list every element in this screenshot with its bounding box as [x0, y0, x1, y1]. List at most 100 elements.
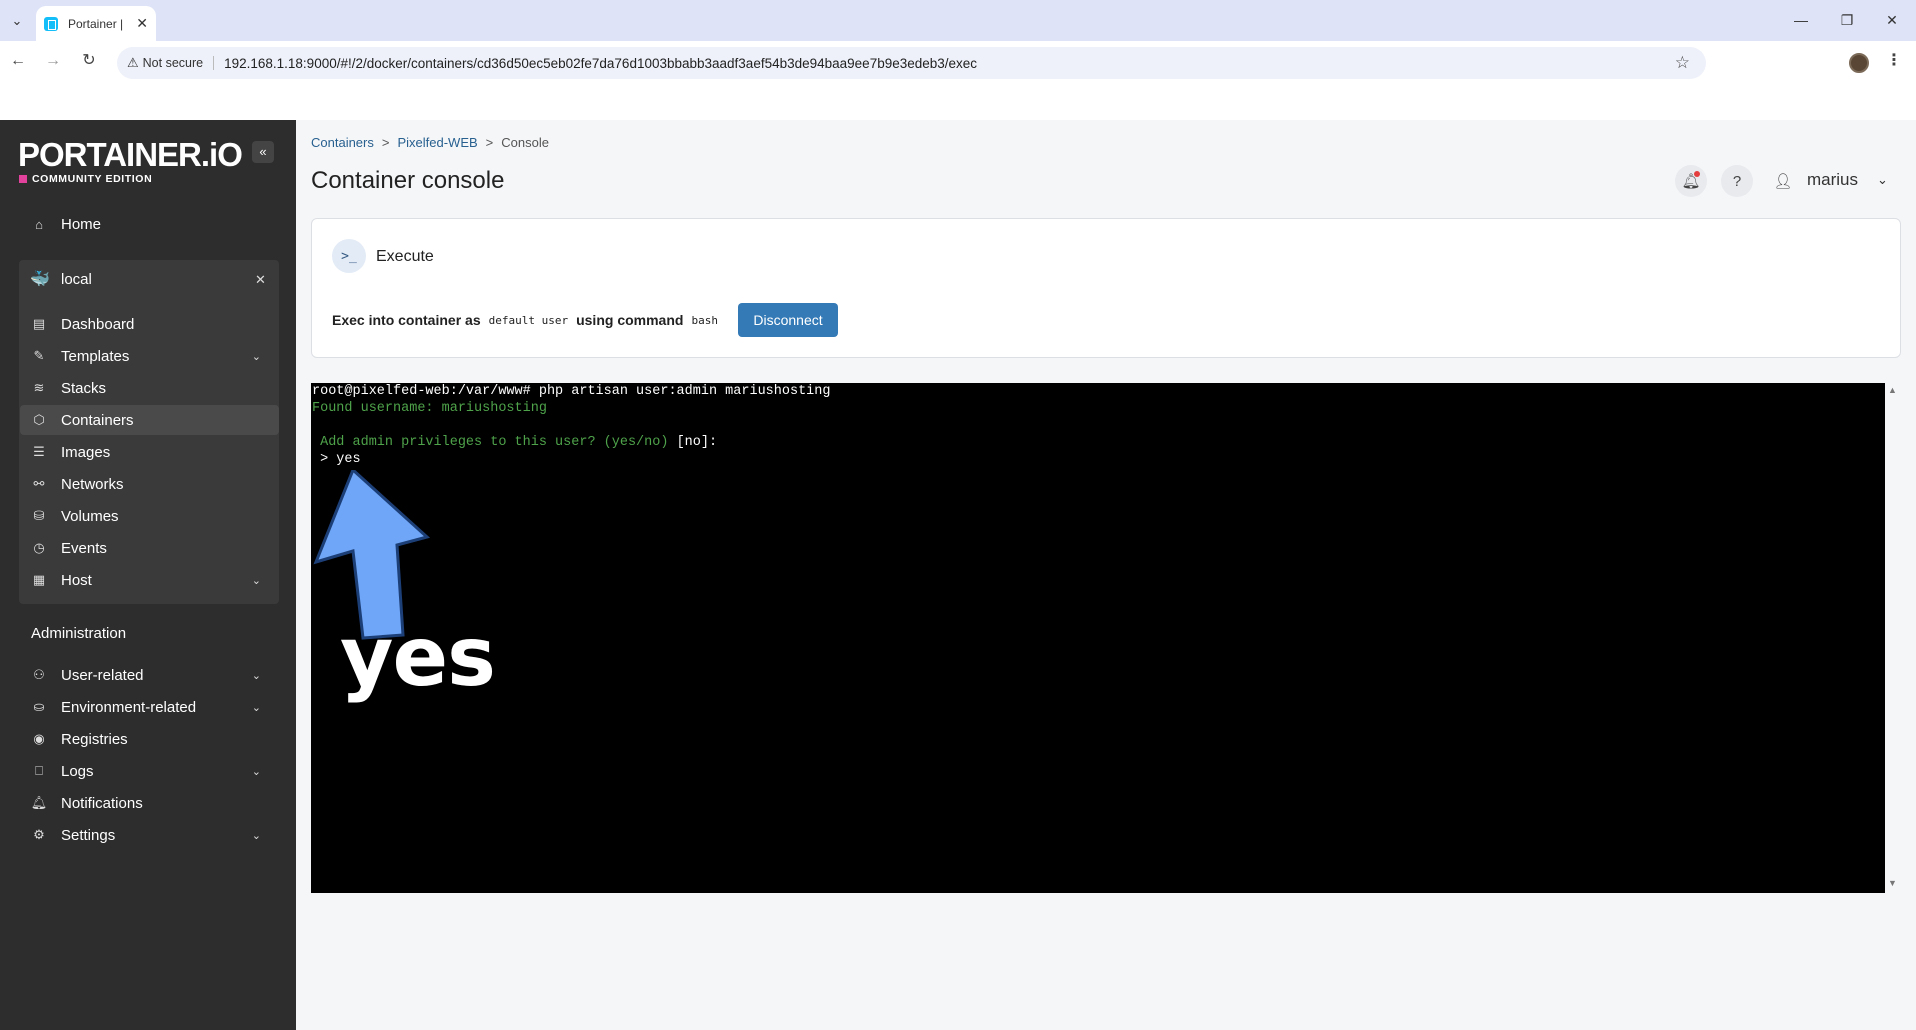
stacks-icon: ≋ — [33, 380, 45, 395]
terminal-line: Add admin privileges to this user? (yes/… — [312, 434, 717, 451]
templates-icon: ✎ — [33, 348, 45, 363]
bookmark-star-icon[interactable]: ☆ — [1675, 53, 1690, 73]
restore-icon[interactable]: ❐ — [1827, 8, 1867, 32]
sidebar-item-home[interactable]: ⌂ Home — [20, 209, 279, 239]
edition-label: COMMUNITY EDITION — [19, 173, 152, 185]
reload-icon[interactable]: ↻ — [78, 50, 100, 72]
sidebar-item-stacks[interactable]: ≋ Stacks — [20, 373, 279, 403]
exec-mid: using command — [576, 312, 684, 328]
portainer-favicon-icon — [44, 16, 58, 31]
terminal-line: Found username: mariushosting — [312, 401, 547, 416]
minimize-icon[interactable]: — — [1781, 8, 1821, 32]
terminal-prompt-default: [no]: — [676, 435, 718, 450]
chevron-down-icon[interactable]: ⌄ — [252, 350, 261, 363]
sidebar-item-notifications[interactable]: 🔔︎ Notifications — [20, 788, 279, 818]
user-menu-name[interactable]: marius — [1807, 170, 1858, 190]
chevron-down-icon[interactable]: ⌄ — [252, 669, 261, 682]
sidebar-item-label: Images — [61, 443, 111, 461]
breadcrumb-containers[interactable]: Containers — [311, 135, 374, 150]
address-bar[interactable]: ⚠ Not secure 192.168.1.18:9000/#!/2/dock… — [117, 47, 1706, 79]
help-icon: ? — [1732, 172, 1742, 190]
warning-icon: ⚠ — [127, 55, 139, 70]
window-close-icon[interactable]: ✕ — [1872, 8, 1912, 32]
browser-tab[interactable]: Portainer | ✕ — [36, 6, 156, 41]
volumes-icon: ⛁ — [33, 508, 45, 523]
sidebar-item-host[interactable]: ▦ Host ⌄ — [20, 565, 279, 595]
chevron-down-icon[interactable]: ⌄ — [252, 829, 261, 842]
sidebar-item-templates[interactable]: ✎ Templates ⌄ — [20, 341, 279, 371]
notification-badge — [1694, 171, 1700, 177]
sidebar-item-networks[interactable]: ⚯ Networks — [20, 469, 279, 499]
logs-icon: ⎕ — [35, 763, 43, 778]
breadcrumb: Containers > Pixelfed-WEB > Console — [311, 135, 549, 150]
back-icon[interactable]: ← — [7, 50, 29, 72]
sidebar-item-containers[interactable]: ⬡ Containers — [20, 405, 279, 435]
sidebar-item-settings[interactable]: ⚙ Settings ⌄ — [20, 820, 279, 850]
terminal-prompt-question: Add admin privileges to this user? (yes/… — [312, 435, 669, 450]
sidebar-item-label: Notifications — [61, 794, 143, 812]
environment-header[interactable]: 🐳 local — [20, 264, 279, 294]
sidebar-item-registries[interactable]: ◉ Registries — [20, 724, 279, 754]
sidebar-item-images[interactable]: ☰ Images — [20, 437, 279, 467]
images-icon: ☰ — [33, 444, 45, 459]
profile-avatar[interactable] — [1849, 53, 1869, 73]
sidebar-item-logs[interactable]: ⎕ Logs ⌄ — [20, 756, 279, 786]
environment-icon: ⛀ — [33, 699, 45, 714]
forward-icon[interactable]: → — [42, 50, 64, 72]
disconnect-button[interactable]: Disconnect — [738, 303, 838, 337]
scroll-up-icon[interactable]: ▲ — [1888, 385, 1897, 395]
networks-icon: ⚯ — [33, 476, 45, 491]
chevron-down-icon[interactable]: ⌄ — [252, 574, 261, 587]
browser-tabstrip: ⌄ Portainer | ✕ — ❐ ✕ — [0, 0, 1916, 41]
environment-close-icon[interactable]: ✕ — [255, 272, 282, 288]
breadcrumb-separator: > — [485, 135, 494, 150]
sidebar-item-label: Volumes — [61, 507, 119, 525]
events-icon: ◷ — [33, 540, 45, 555]
user-avatar[interactable]: 👤︎ — [1767, 165, 1799, 197]
sidebar-item-label: Logs — [61, 762, 94, 780]
sidebar-item-label: User-related — [61, 666, 144, 684]
sidebar-item-user-related[interactable]: ⚇ User-related ⌄ — [20, 660, 279, 690]
terminal-console[interactable]: root@pixelfed-web:/var/www# php artisan … — [311, 383, 1885, 893]
breadcrumb-separator: > — [381, 135, 390, 150]
page-title: Container console — [311, 167, 505, 194]
execute-card: >_ Execute Exec into container as defaul… — [311, 218, 1901, 358]
terminal-line: root@pixelfed-web:/var/www# php artisan … — [312, 384, 831, 399]
chevron-down-icon[interactable]: ⌄ — [252, 701, 261, 714]
sidebar-item-volumes[interactable]: ⛁ Volumes — [20, 501, 279, 531]
exec-command-value: bash — [691, 313, 718, 327]
containers-icon: ⬡ — [33, 412, 45, 427]
tab-search-icon[interactable]: ⌄ — [6, 10, 28, 32]
url-text[interactable]: 192.168.1.18:9000/#!/2/docker/containers… — [224, 56, 977, 71]
edition-dot-icon — [19, 175, 27, 183]
not-secure-label[interactable]: Not secure — [143, 56, 215, 70]
scroll-down-icon[interactable]: ▼ — [1888, 878, 1897, 888]
sidebar-item-environment-related[interactable]: ⛀ Environment-related ⌄ — [20, 692, 279, 722]
collapse-sidebar-button[interactable]: « — [252, 141, 274, 163]
sidebar-item-dashboard[interactable]: ▤ Dashboard — [20, 309, 279, 339]
tab-title: Portainer | — [68, 16, 124, 31]
help-button[interactable]: ? — [1721, 165, 1753, 197]
edition-text: COMMUNITY EDITION — [32, 173, 153, 185]
notifications-button[interactable]: 🔔︎ — [1675, 165, 1707, 197]
gear-icon: ⚙ — [33, 827, 45, 842]
chevron-down-icon[interactable]: ⌄ — [252, 765, 261, 778]
breadcrumb-container-name[interactable]: Pixelfed-WEB — [397, 135, 477, 150]
sidebar-item-label: Networks — [61, 475, 124, 493]
registries-icon: ◉ — [33, 731, 45, 746]
sidebar-item-label: Stacks — [61, 379, 107, 397]
sidebar-item-label: Settings — [61, 826, 116, 844]
user-icon: 👤︎ — [1773, 173, 1793, 190]
home-icon: ⌂ — [35, 216, 43, 232]
terminal-icon: >_ — [332, 239, 366, 273]
execute-title: Execute — [376, 248, 434, 265]
dashboard-icon: ▤ — [32, 316, 46, 331]
chevron-down-icon[interactable]: ⌄ — [1877, 172, 1888, 188]
sidebar-item-events[interactable]: ◷ Events — [20, 533, 279, 563]
administration-heading: Administration — [31, 625, 127, 642]
tab-close-icon[interactable]: ✕ — [136, 15, 148, 32]
browser-menu-icon[interactable]: ⋮ — [1886, 50, 1902, 70]
portainer-logo[interactable]: PORTAINER.iO — [18, 136, 243, 174]
docker-icon: 🐳 — [30, 271, 50, 288]
sidebar: PORTAINER.iO COMMUNITY EDITION « ⌂ Home … — [0, 120, 296, 1030]
